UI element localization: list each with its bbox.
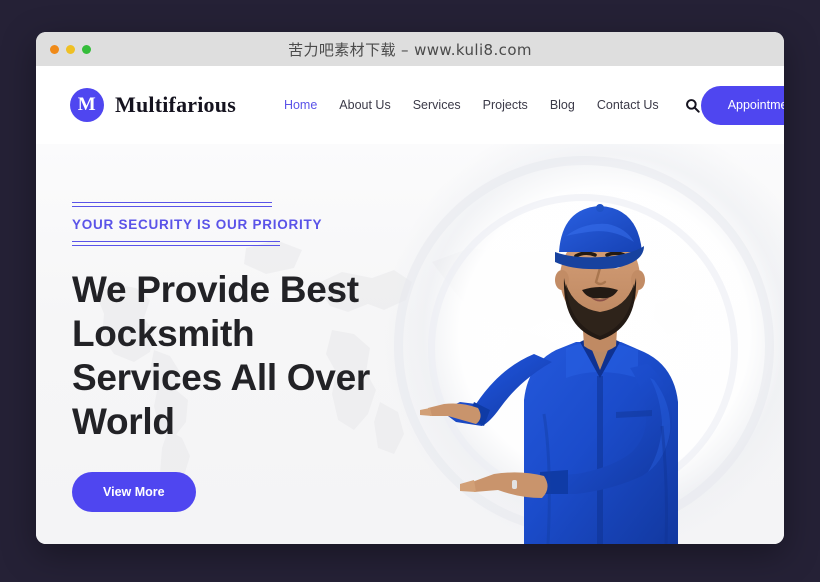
eyebrow-rule-top <box>72 202 272 207</box>
appointment-button[interactable]: Appointment <box>700 85 784 125</box>
site-header: M Multifarious Home About Us Services Pr… <box>36 66 784 144</box>
search-icon[interactable] <box>685 97 701 113</box>
close-button[interactable] <box>50 44 59 54</box>
nav-item-home[interactable]: Home <box>284 98 317 112</box>
hero-section: YOUR SECURITY IS OUR PRIORITY We Provide… <box>36 144 784 544</box>
hero-eyebrow: YOUR SECURITY IS OUR PRIORITY <box>72 217 323 232</box>
nav-item-contact-us[interactable]: Contact Us <box>597 98 659 112</box>
brand-logo[interactable]: M Multifarious <box>70 88 236 122</box>
nav-item-about-us[interactable]: About Us <box>339 98 390 112</box>
hero-worker-image <box>420 204 678 544</box>
main-navigation: Home About Us Services Projects Blog Con… <box>284 97 701 113</box>
brand-name: Multifarious <box>115 92 236 117</box>
view-more-button[interactable]: View More <box>72 472 196 512</box>
nav-item-blog[interactable]: Blog <box>550 98 575 112</box>
minimize-button[interactable] <box>66 44 75 54</box>
maximize-button[interactable] <box>82 44 91 54</box>
nav-item-projects[interactable]: Projects <box>483 98 528 112</box>
window-controls <box>50 44 91 54</box>
hero-title: We Provide Best Locksmith Services All O… <box>72 269 370 442</box>
logo-mark-icon: M <box>70 88 104 122</box>
hero-content: YOUR SECURITY IS OUR PRIORITY We Provide… <box>36 144 456 512</box>
window-title: 苦力吧素材下载 – www.kuli8.com <box>288 40 532 59</box>
nav-item-services[interactable]: Services <box>413 98 461 112</box>
browser-window: 苦力吧素材下载 – www.kuli8.com M Multifarious H… <box>36 32 784 544</box>
browser-title-bar: 苦力吧素材下载 – www.kuli8.com <box>36 32 784 66</box>
eyebrow-rule-bottom <box>72 241 280 246</box>
